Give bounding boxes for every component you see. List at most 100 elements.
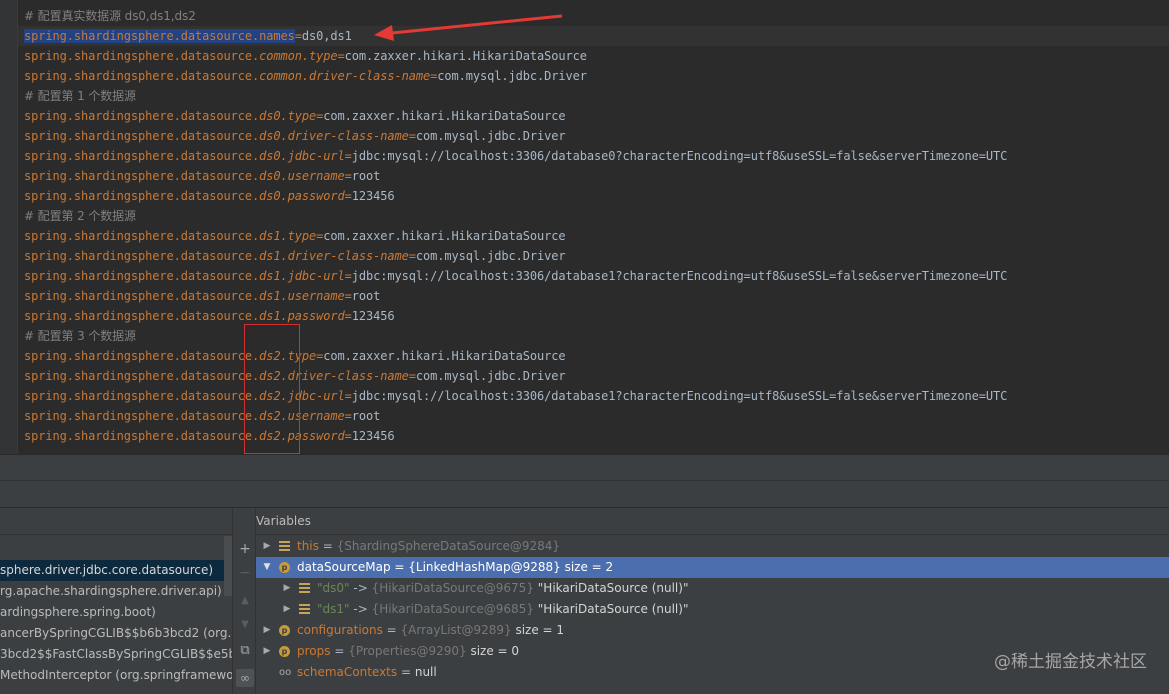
copy-icon[interactable]: ⧉ — [236, 642, 254, 660]
property-value: com.mysql.jdbc.Driver — [415, 129, 566, 143]
expanded-arrow-icon[interactable]: ▼ — [262, 557, 272, 578]
code-line[interactable]: spring.shardingsphere.datasource.ds0.use… — [24, 166, 380, 186]
code-line[interactable]: spring.shardingsphere.datasource.ds1.pas… — [24, 306, 395, 326]
frame-item[interactable]: sphere.driver.jdbc.core.datasource) — [0, 560, 232, 581]
property-key: password — [287, 189, 345, 203]
frame-item[interactable]: ancerBySpringCGLIB$$b6b3bcd2 (org.ap — [0, 623, 232, 644]
code-line[interactable]: spring.shardingsphere.datasource.ds2.pas… — [24, 426, 395, 446]
variable-text: "ds0" -> {HikariDataSource@9675} "Hikari… — [317, 578, 688, 599]
property-group: ds0. — [259, 109, 288, 123]
property-group: ds1. — [259, 309, 288, 323]
property-value: ds0,ds1 — [301, 29, 352, 43]
show-watches-icon[interactable]: ∞ — [236, 669, 254, 687]
variable-row[interactable]: ▼ p dataSourceMap = {LinkedHashMap@9288} s… — [256, 557, 1169, 578]
collapsed-arrow-icon[interactable]: ▶ — [262, 641, 272, 662]
frames-scrollbar[interactable] — [224, 536, 232, 596]
comment-text: # 配置真实数据源 ds0,ds1,ds2 — [24, 9, 196, 23]
field-icon — [299, 604, 310, 615]
property-key: type — [309, 49, 338, 63]
code-line[interactable]: spring.shardingsphere.datasource.ds2.jdb… — [24, 386, 1007, 406]
field-icon — [299, 583, 310, 594]
red-arrow-annotation — [374, 14, 563, 41]
code-line[interactable]: spring.shardingsphere.datasource.ds2.use… — [24, 406, 380, 426]
collapsed-arrow-icon[interactable]: ▶ — [282, 578, 292, 599]
code-line[interactable]: spring.shardingsphere.datasource.ds0.pas… — [24, 186, 395, 206]
code-line[interactable]: spring.shardingsphere.datasource.ds1.typ… — [24, 226, 566, 246]
protected-field-icon: p — [279, 625, 290, 636]
property-key: jdbc-url — [287, 149, 345, 163]
variable-operator: -> — [349, 581, 372, 595]
variable-ref: {ShardingSphereDataSource@9284} — [336, 539, 561, 553]
watch-icon: oo — [279, 667, 292, 678]
collapsed-arrow-icon[interactable]: ▶ — [262, 620, 272, 641]
collapsed-arrow-icon[interactable]: ▶ — [282, 599, 292, 620]
property-value: com.zaxxer.hikari.HikariDataSource — [323, 229, 566, 243]
code-line[interactable]: spring.shardingsphere.datasource.ds1.jdb… — [24, 266, 1007, 286]
property-prefix: spring.shardingsphere.datasource. — [24, 249, 260, 263]
move-up-icon[interactable]: ▲ — [236, 592, 254, 610]
property-value: 123456 — [351, 309, 395, 323]
variable-operator: = — [397, 665, 415, 679]
code-line[interactable]: spring.shardingsphere.datasource.ds0.jdb… — [24, 146, 1007, 166]
property-prefix: spring.shardingsphere.datasource. — [24, 109, 260, 123]
variable-row[interactable]: ▶ "ds1" -> {HikariDataSource@9685} "Hikar… — [256, 599, 1169, 620]
variable-ref: {Properties@9290} — [348, 644, 467, 658]
frame-item[interactable]: rg.apache.shardingsphere.driver.api) — [0, 581, 232, 602]
code-line[interactable]: spring.shardingsphere.datasource.ds0.typ… — [24, 106, 566, 126]
frame-item[interactable]: MethodInterceptor (org.springframewo — [0, 665, 232, 686]
property-prefix: spring.shardingsphere.datasource. — [24, 69, 260, 83]
field-icon — [279, 541, 290, 552]
property-value: com.zaxxer.hikari.HikariDataSource — [323, 349, 566, 363]
code-editor[interactable]: # 配置真实数据源 ds0,ds1,ds2 spring.shardingsphe… — [0, 0, 1169, 454]
variable-extra: null — [414, 665, 437, 679]
code-line[interactable]: spring.shardingsphere.datasource.ds1.use… — [24, 286, 380, 306]
property-value: com.zaxxer.hikari.HikariDataSource — [344, 49, 587, 63]
variable-ref: {HikariDataSource@9685} — [371, 602, 534, 616]
frame-item[interactable]: 3bcd2$$FastClassBySpringCGLIB$$e5b0 — [0, 644, 232, 665]
code-line[interactable]: # 配置第 2 个数据源 — [24, 206, 136, 226]
code-line[interactable]: # 配置真实数据源 ds0,ds1,ds2 — [24, 6, 196, 26]
code-line[interactable]: spring.shardingsphere.datasource.ds1.dri… — [24, 246, 566, 266]
code-line[interactable]: spring.shardingsphere.datasource.common.… — [24, 66, 587, 86]
variable-ref: {LinkedHashMap@9288} — [408, 560, 561, 574]
variable-text: dataSourceMap = {LinkedHashMap@9288} siz… — [297, 557, 613, 578]
variable-row[interactable]: ▶ p configurations = {ArrayList@9289} size… — [256, 620, 1169, 641]
variables-header: Variables — [256, 508, 1169, 535]
property-key: jdbc-url — [287, 269, 345, 283]
editor-gutter[interactable] — [0, 0, 18, 454]
property-value: root — [351, 289, 381, 303]
variable-name: this — [297, 539, 319, 553]
property-key: driver-class-name — [287, 249, 409, 263]
move-down-icon[interactable]: ▼ — [236, 616, 254, 634]
frames-panel: sphere.driver.jdbc.core.datasource) rg.ap… — [0, 508, 232, 694]
property-value: root — [351, 409, 381, 423]
collapsed-arrow-icon[interactable]: ▶ — [262, 536, 272, 557]
protected-field-icon: p — [279, 562, 290, 573]
variable-row[interactable]: ▶ this = {ShardingSphereDataSource@9284} — [256, 536, 1169, 557]
remove-watch-icon[interactable]: − — [236, 564, 254, 582]
property-key: driver-class-name — [309, 69, 431, 83]
add-watch-icon[interactable]: + — [236, 540, 254, 558]
property-key: type — [287, 229, 317, 243]
code-line[interactable]: spring.shardingsphere.datasource.common.… — [24, 46, 587, 66]
code-line[interactable]: spring.shardingsphere.datasource.names=d… — [18, 26, 1169, 46]
property-key: username — [287, 169, 345, 183]
code-line[interactable]: # 配置第 1 个数据源 — [24, 86, 136, 106]
variable-operator: = — [390, 560, 409, 574]
comment-text: # 配置第 2 个数据源 — [24, 209, 136, 223]
variable-ref: {ArrayList@9289} — [400, 623, 512, 637]
comment-text: # 配置第 3 个数据源 — [24, 329, 136, 343]
variable-row[interactable]: ▶ "ds0" -> {HikariDataSource@9675} "Hikar… — [256, 578, 1169, 599]
equals-sign: = — [344, 309, 352, 323]
property-group: ds1. — [259, 269, 288, 283]
code-line[interactable]: # 配置第 3 个数据源 — [24, 326, 136, 346]
watermark: @稀土掘金技术社区 — [994, 652, 1147, 672]
equals-sign: = — [337, 49, 345, 63]
property-group: ds0. — [259, 129, 288, 143]
frame-item[interactable]: ardingsphere.spring.boot) — [0, 602, 232, 623]
code-line[interactable]: spring.shardingsphere.datasource.ds0.dri… — [24, 126, 566, 146]
property-value: jdbc:mysql://localhost:3306/database1?ch… — [351, 269, 1008, 283]
variable-operator: = — [382, 623, 401, 637]
equals-sign: = — [344, 269, 352, 283]
property-key: driver-class-name — [287, 369, 409, 383]
